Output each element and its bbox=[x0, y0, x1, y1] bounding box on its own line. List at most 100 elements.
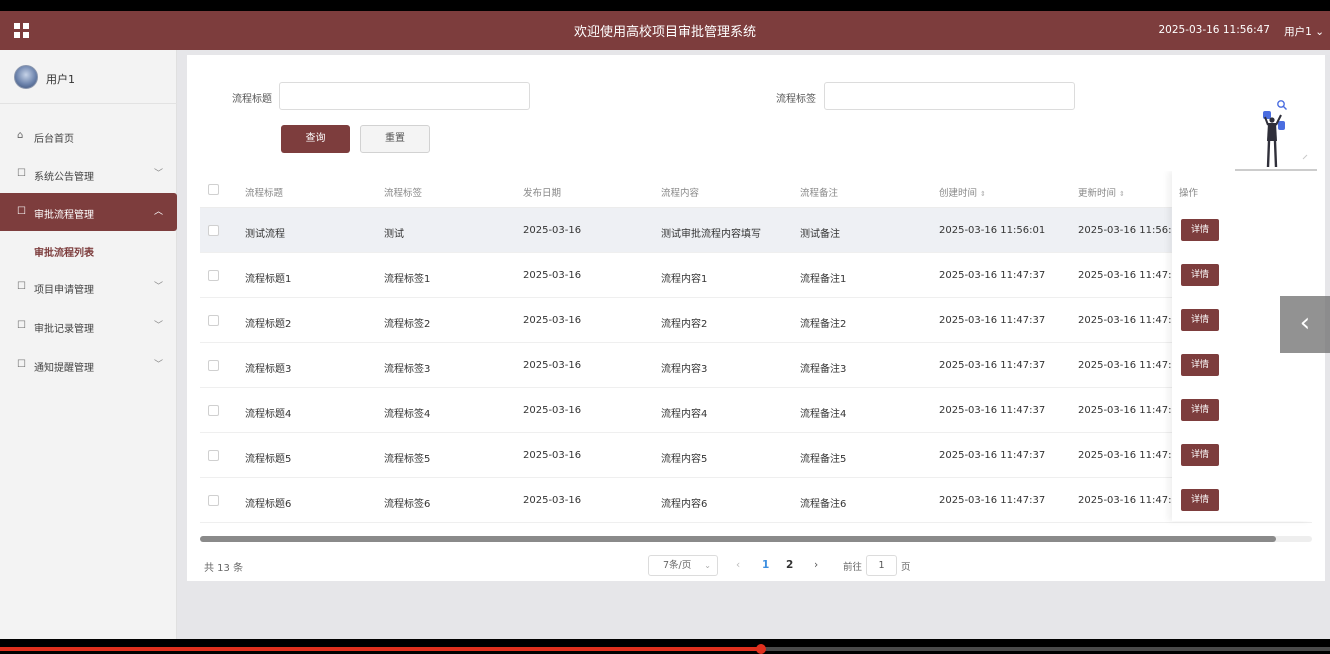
tag-filter-input[interactable] bbox=[824, 82, 1075, 110]
cell-created: 2025-03-16 11:47:37 bbox=[939, 270, 1046, 281]
cell-tag: 流程标签6 bbox=[384, 499, 431, 510]
cell-updated: 2025-03-16 11:47:37 bbox=[1078, 360, 1185, 371]
prev-page-button[interactable]: ‹ bbox=[736, 559, 740, 571]
column-header-tag: 流程标签 bbox=[384, 188, 423, 199]
select-all-checkbox[interactable] bbox=[208, 184, 219, 195]
column-header-remark: 流程备注 bbox=[800, 188, 839, 199]
cell-updated: 2025-03-16 11:47:37 bbox=[1078, 450, 1185, 461]
goto-label: 前往 bbox=[843, 562, 863, 573]
row-checkbox[interactable] bbox=[208, 270, 219, 281]
detail-button[interactable]: 详情 bbox=[1181, 354, 1219, 376]
table-row: 流程标题5 流程标签5 2025-03-16 流程内容5 流程备注5 2025-… bbox=[200, 433, 1312, 478]
cell-updated: 2025-03-16 11:47:37 bbox=[1078, 315, 1185, 326]
query-button[interactable]: 查询 bbox=[281, 125, 350, 153]
reset-button[interactable]: 重置 bbox=[360, 125, 430, 153]
row-checkbox[interactable] bbox=[208, 360, 219, 371]
row-checkbox[interactable] bbox=[208, 315, 219, 326]
doc-icon: ☐ bbox=[17, 206, 26, 217]
sidebar-item-approval-flow[interactable]: ☐ 审批流程管理 ︿ bbox=[0, 193, 177, 231]
top-bar: 欢迎使用高校项目审批管理系统 2025-03-16 11:56:47 用户1 ⌄ bbox=[0, 11, 1330, 50]
detail-button[interactable]: 详情 bbox=[1181, 489, 1219, 511]
column-header-title: 流程标题 bbox=[245, 188, 284, 199]
cell-tag: 流程标签3 bbox=[384, 364, 431, 375]
row-checkbox[interactable] bbox=[208, 450, 219, 461]
sidebar-item-label: 系统公告管理 bbox=[34, 172, 94, 183]
sidebar-item-approval-records[interactable]: ☐ 审批记录管理 ﹀ bbox=[0, 307, 177, 345]
row-checkbox[interactable] bbox=[208, 495, 219, 506]
page-1-button[interactable]: 1 bbox=[762, 559, 769, 571]
goto-page-input[interactable]: 1 bbox=[866, 555, 897, 576]
next-page-button[interactable]: › bbox=[814, 559, 818, 571]
table-row: 流程标题1 流程标签1 2025-03-16 流程内容1 流程备注1 2025-… bbox=[200, 253, 1312, 298]
chevron-up-icon: ︿ bbox=[154, 207, 164, 217]
title-filter-input[interactable] bbox=[279, 82, 530, 110]
sidebar-subitem-flow-list[interactable]: 审批流程列表 bbox=[34, 244, 94, 259]
detail-button[interactable]: 详情 bbox=[1181, 309, 1219, 331]
detail-button[interactable]: 详情 bbox=[1181, 264, 1219, 286]
chevron-down-icon: ﹀ bbox=[154, 282, 164, 292]
cell-updated: 2025-03-16 11:47:37 bbox=[1078, 495, 1185, 506]
goto-suffix: 页 bbox=[901, 562, 911, 573]
collapse-panel-button[interactable]: ‹ bbox=[1280, 296, 1330, 353]
row-checkbox[interactable] bbox=[208, 225, 219, 236]
cell-date: 2025-03-16 bbox=[523, 225, 582, 236]
sort-icon[interactable]: ⇕ bbox=[1119, 190, 1125, 198]
cell-content: 测试审批流程内容填写 bbox=[661, 229, 761, 240]
cell-date: 2025-03-16 bbox=[523, 495, 582, 506]
user-menu-dropdown[interactable]: 用户1 ⌄ bbox=[1284, 24, 1324, 39]
chevron-down-icon: ⌄ bbox=[704, 561, 711, 570]
doc-icon: ☐ bbox=[17, 281, 26, 292]
cell-remark: 流程备注2 bbox=[800, 319, 847, 330]
cell-remark: 流程备注1 bbox=[800, 274, 847, 285]
row-checkbox[interactable] bbox=[208, 405, 219, 416]
sort-icon[interactable]: ⇕ bbox=[980, 190, 986, 198]
detail-button[interactable]: 详情 bbox=[1181, 219, 1219, 241]
cell-updated: 2025-03-16 11:47:37 bbox=[1078, 270, 1185, 281]
cell-content: 流程内容4 bbox=[661, 409, 708, 420]
sidebar-item-announcements[interactable]: ☐ 系统公告管理 ﹀ bbox=[0, 155, 177, 193]
cell-remark: 流程备注3 bbox=[800, 364, 847, 375]
sidebar-item-label: 审批记录管理 bbox=[34, 324, 94, 335]
sidebar-item-project-apply[interactable]: ☐ 项目申请管理 ﹀ bbox=[0, 268, 177, 306]
cell-title: 测试流程 bbox=[245, 229, 285, 240]
video-progress-bar[interactable] bbox=[0, 647, 1330, 651]
cell-tag: 测试 bbox=[384, 229, 404, 240]
avatar bbox=[14, 65, 38, 89]
column-header-label: 更新时间 bbox=[1078, 188, 1117, 199]
sidebar-item-label: 审批流程管理 bbox=[34, 210, 94, 221]
horizontal-scrollbar[interactable] bbox=[200, 536, 1312, 542]
cell-created: 2025-03-16 11:47:37 bbox=[939, 315, 1046, 326]
table-row: 流程标题4 流程标签4 2025-03-16 流程内容4 流程备注4 2025-… bbox=[200, 388, 1312, 433]
flow-table: 流程标题 流程标签 发布日期 流程内容 流程备注 创建时间 ⇕ 更新时间 ⇕ 测试流… bbox=[200, 171, 1312, 541]
cell-title: 流程标题6 bbox=[245, 499, 292, 510]
sidebar-item-home[interactable]: ⌂ 后台首页 bbox=[0, 117, 177, 155]
sidebar-item-label: 项目申请管理 bbox=[34, 285, 94, 296]
detail-button[interactable]: 详情 bbox=[1181, 444, 1219, 466]
doc-icon: ☐ bbox=[17, 359, 26, 370]
tag-filter-label: 流程标签 bbox=[776, 94, 816, 105]
cell-content: 流程内容3 bbox=[661, 364, 708, 375]
cell-tag: 流程标签5 bbox=[384, 454, 431, 465]
cell-date: 2025-03-16 bbox=[523, 360, 582, 371]
cell-created: 2025-03-16 11:47:37 bbox=[939, 405, 1046, 416]
sidebar: 用户1 ⌂ 后台首页 ☐ 系统公告管理 ﹀ ☐ 审批流程管理 ︿ 审批流程列表 … bbox=[0, 50, 177, 639]
cell-content: 流程内容6 bbox=[661, 499, 708, 510]
page-2-button[interactable]: 2 bbox=[786, 559, 793, 571]
title-filter-label: 流程标题 bbox=[232, 94, 272, 105]
column-header-created[interactable]: 创建时间 ⇕ bbox=[939, 185, 986, 199]
cell-tag: 流程标签2 bbox=[384, 319, 431, 330]
column-header-updated[interactable]: 更新时间 ⇕ bbox=[1078, 185, 1125, 199]
cell-updated: 2025-03-16 11:56:01 bbox=[1078, 225, 1185, 236]
cell-created: 2025-03-16 11:47:37 bbox=[939, 360, 1046, 371]
doc-icon: ☐ bbox=[17, 168, 26, 179]
sidebar-item-notifications[interactable]: ☐ 通知提醒管理 ﹀ bbox=[0, 346, 177, 384]
table-row: 流程标题6 流程标签6 2025-03-16 流程内容6 流程备注6 2025-… bbox=[200, 478, 1312, 523]
cell-title: 流程标题1 bbox=[245, 274, 292, 285]
page-size-select[interactable]: 7条/页 ⌄ bbox=[648, 555, 718, 576]
detail-button[interactable]: 详情 bbox=[1181, 399, 1219, 421]
total-count: 共 13 条 bbox=[204, 563, 244, 574]
cell-tag: 流程标签1 bbox=[384, 274, 431, 285]
video-progress-handle[interactable] bbox=[756, 644, 766, 654]
scrollbar-thumb[interactable] bbox=[200, 536, 1276, 542]
column-header-date: 发布日期 bbox=[523, 188, 562, 199]
